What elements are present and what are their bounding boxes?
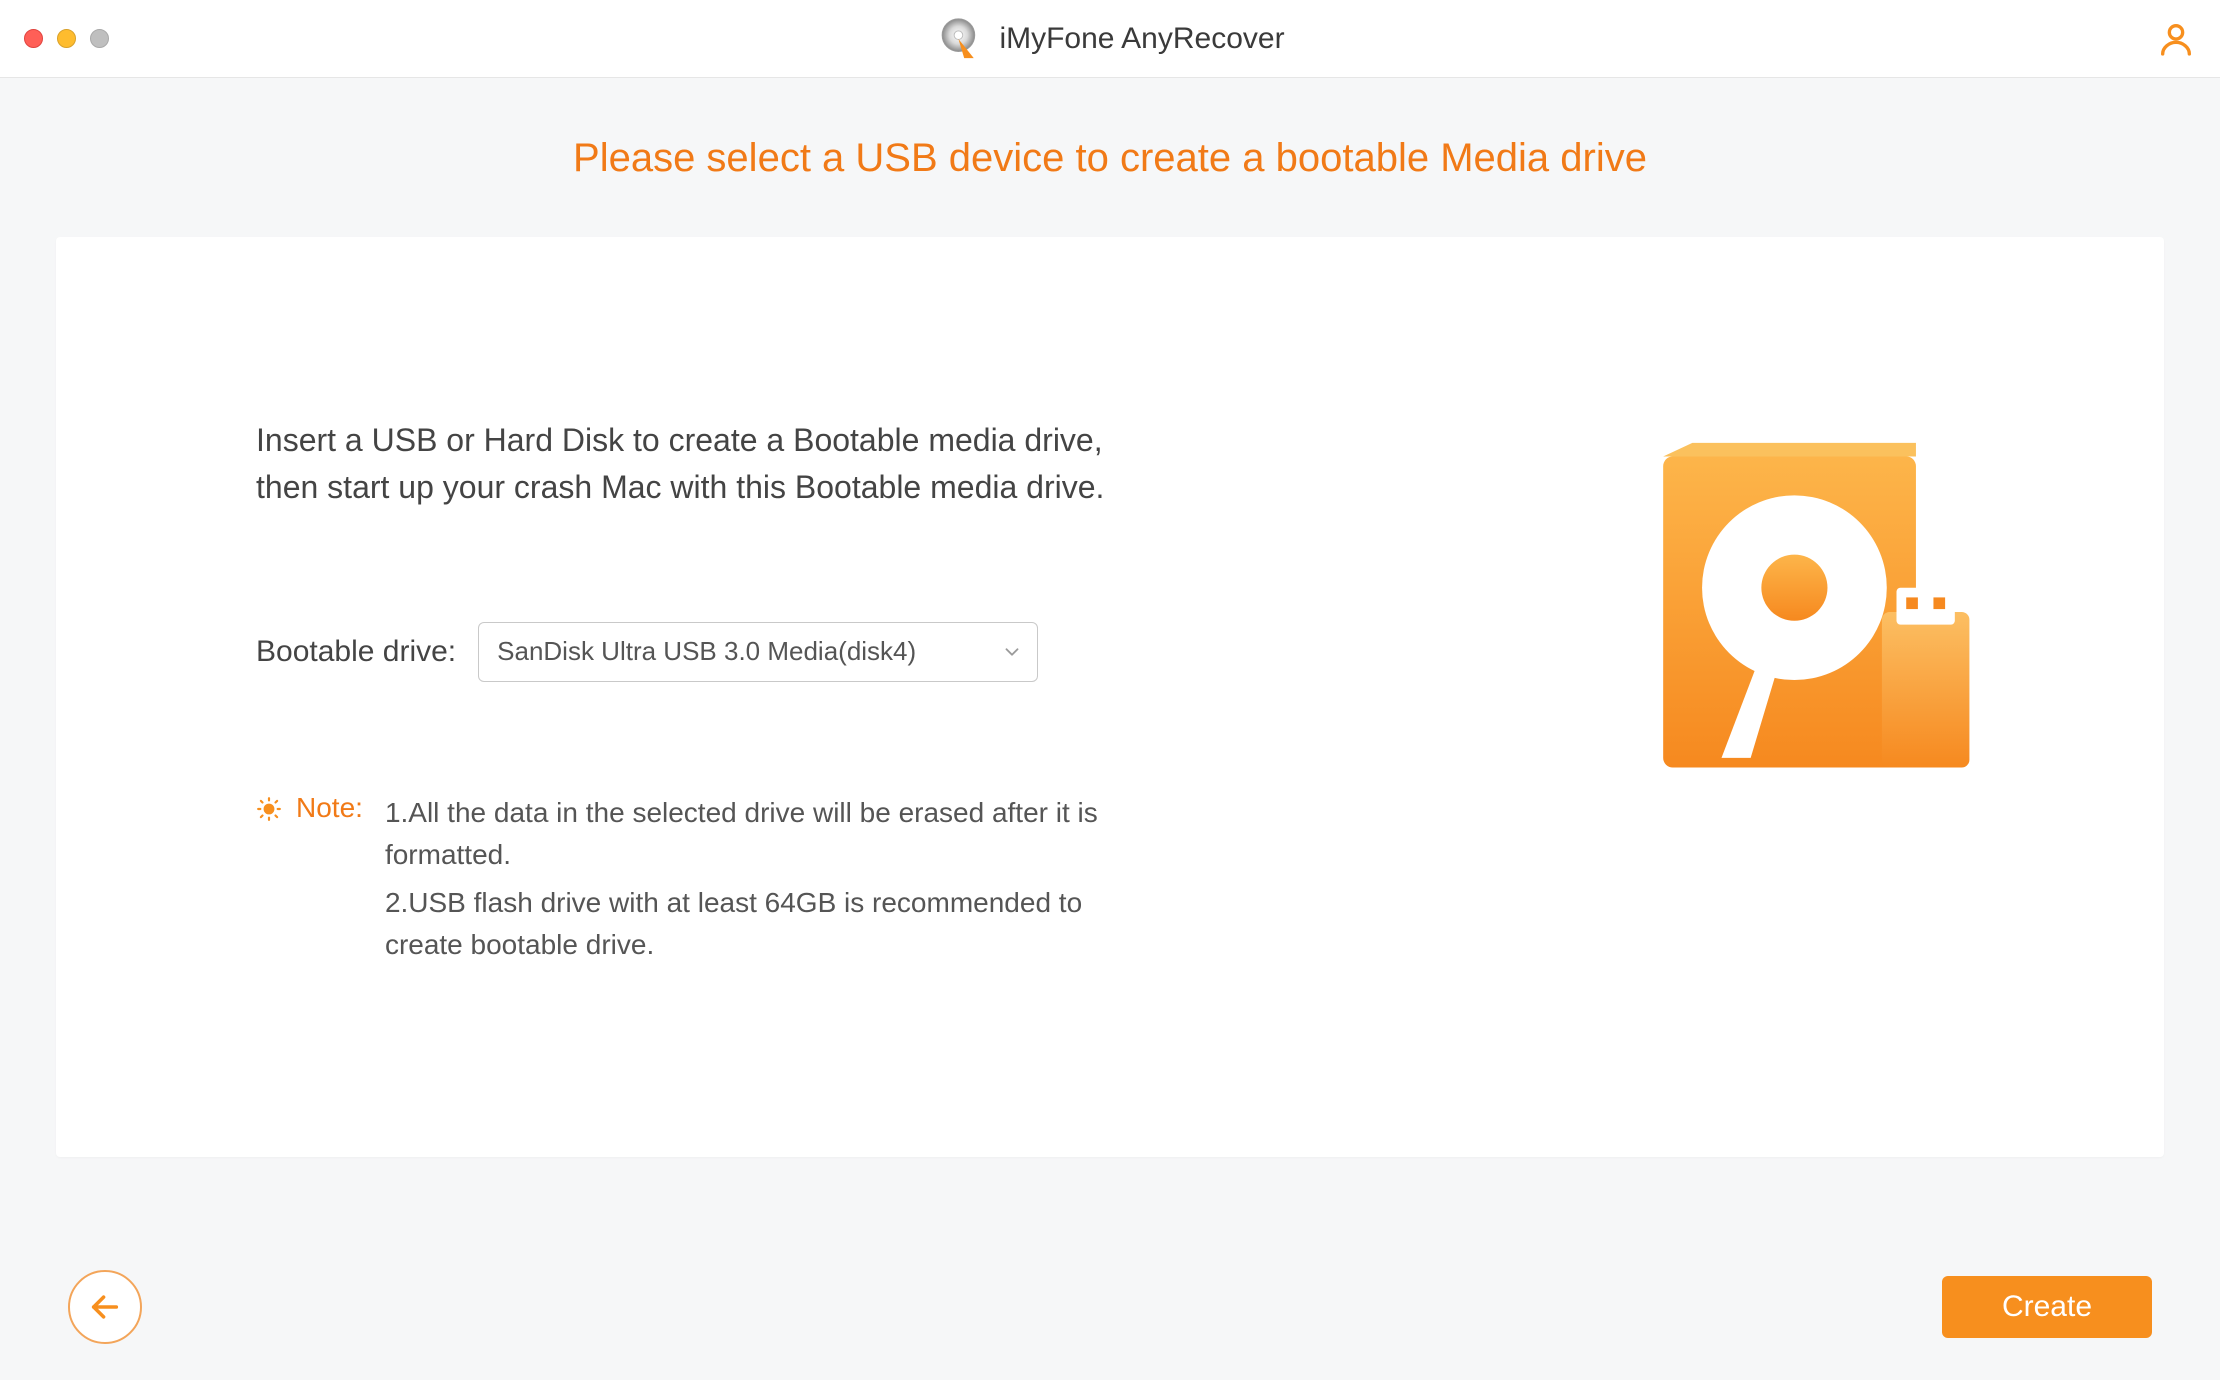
chevron-down-icon [1001, 641, 1023, 663]
close-window-button[interactable] [24, 29, 43, 48]
titlebar: iMyFone AnyRecover [0, 0, 2220, 78]
right-column [1634, 417, 2044, 787]
minimize-window-button[interactable] [57, 29, 76, 48]
create-button[interactable]: Create [1942, 1276, 2152, 1338]
instruction-line-2: then start up your crash Mac with this B… [256, 469, 1104, 505]
app-logo-icon [935, 16, 981, 62]
content-card: Insert a USB or Hard Disk to create a Bo… [56, 237, 2164, 1157]
left-column: Insert a USB or Hard Disk to create a Bo… [256, 417, 1116, 966]
note-text: 1.All the data in the selected drive wil… [385, 792, 1116, 966]
account-button[interactable] [2156, 19, 2196, 59]
lightbulb-icon [256, 792, 282, 966]
title-center: iMyFone AnyRecover [935, 16, 1284, 62]
note-line-2: 2.USB flash drive with at least 64GB is … [385, 882, 1116, 966]
drive-illustration-icon [1634, 437, 1984, 787]
bootable-drive-row: Bootable drive: SanDisk Ultra USB 3.0 Me… [256, 622, 1116, 682]
bootable-drive-selected-value: SanDisk Ultra USB 3.0 Media(disk4) [497, 636, 916, 667]
footer-bar: Create [0, 1270, 2220, 1344]
instruction-text: Insert a USB or Hard Disk to create a Bo… [256, 417, 1116, 512]
note-block: Note: 1.All the data in the selected dri… [256, 792, 1116, 966]
bootable-drive-label: Bootable drive: [256, 635, 456, 669]
bootable-drive-select[interactable]: SanDisk Ultra USB 3.0 Media(disk4) [478, 622, 1038, 682]
note-line-1: 1.All the data in the selected drive wil… [385, 792, 1116, 876]
instruction-line-1: Insert a USB or Hard Disk to create a Bo… [256, 422, 1103, 458]
back-button[interactable] [68, 1270, 142, 1344]
note-label: Note: [296, 792, 363, 966]
page-title: Please select a USB device to create a b… [0, 136, 2220, 181]
window-controls [24, 29, 109, 48]
app-title: iMyFone AnyRecover [999, 22, 1284, 56]
fullscreen-window-button[interactable] [90, 29, 109, 48]
